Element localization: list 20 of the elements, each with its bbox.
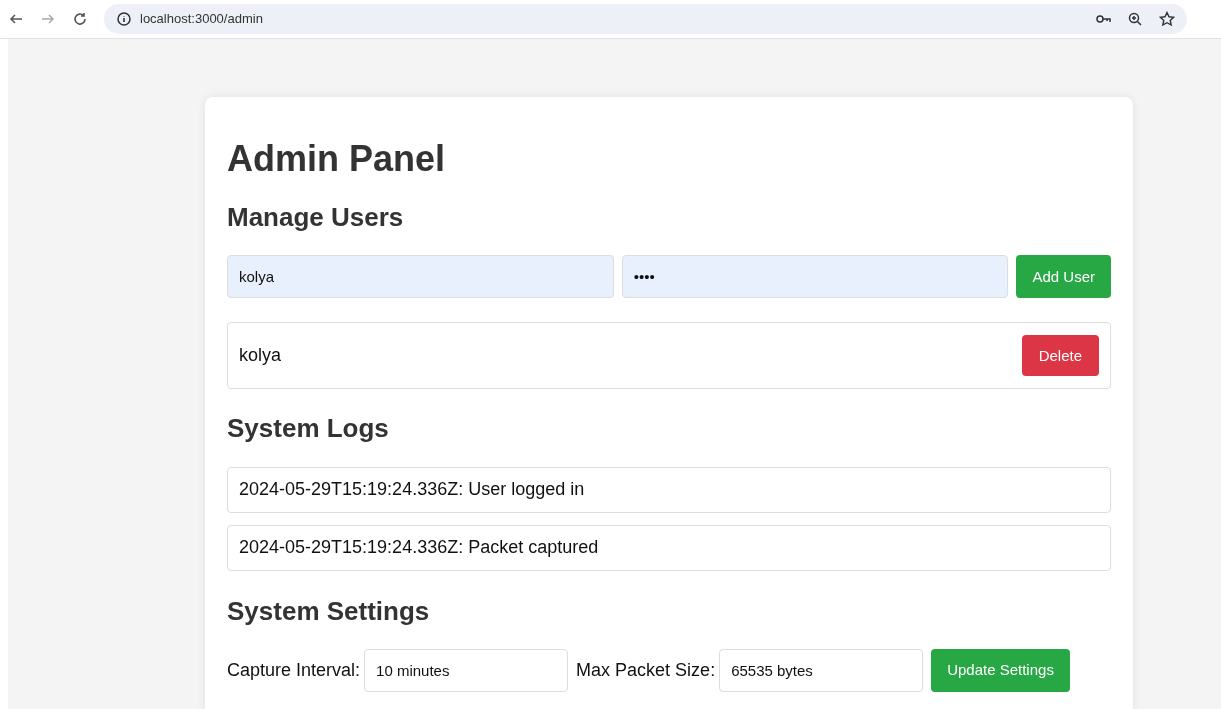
setting-field[interactable]: 65535 bytes (719, 648, 924, 692)
info-icon[interactable] (116, 11, 132, 27)
section-heading: System Settings (227, 595, 431, 627)
delete-button[interactable]: Delete (1021, 335, 1099, 377)
page-title: Admin Panel (227, 137, 447, 181)
url-text: localhost:3000/admin (140, 10, 263, 29)
field-label: Capture Interval: (227, 658, 361, 682)
reload-icon[interactable] (72, 11, 88, 27)
address-bar[interactable]: localhost:3000/admin (104, 4, 1187, 34)
username-field[interactable]: kolya (227, 255, 614, 299)
zoom-icon[interactable] (1127, 11, 1143, 27)
user-name: kolya (239, 344, 282, 368)
star-icon[interactable] (1159, 11, 1175, 27)
section-heading: Manage Users (227, 202, 405, 234)
log-entry: 2024-05-29T15:19:24.336Z: Packet captured (227, 524, 1111, 571)
field-label: Max Packet Size: (576, 658, 716, 682)
setting-field[interactable]: 10 minutes (364, 648, 569, 692)
log-entry: 2024-05-29T15:19:24.336Z: User logged in (227, 466, 1111, 513)
section-heading: System Logs (227, 413, 390, 445)
password-field[interactable]: •••• (621, 255, 1009, 299)
